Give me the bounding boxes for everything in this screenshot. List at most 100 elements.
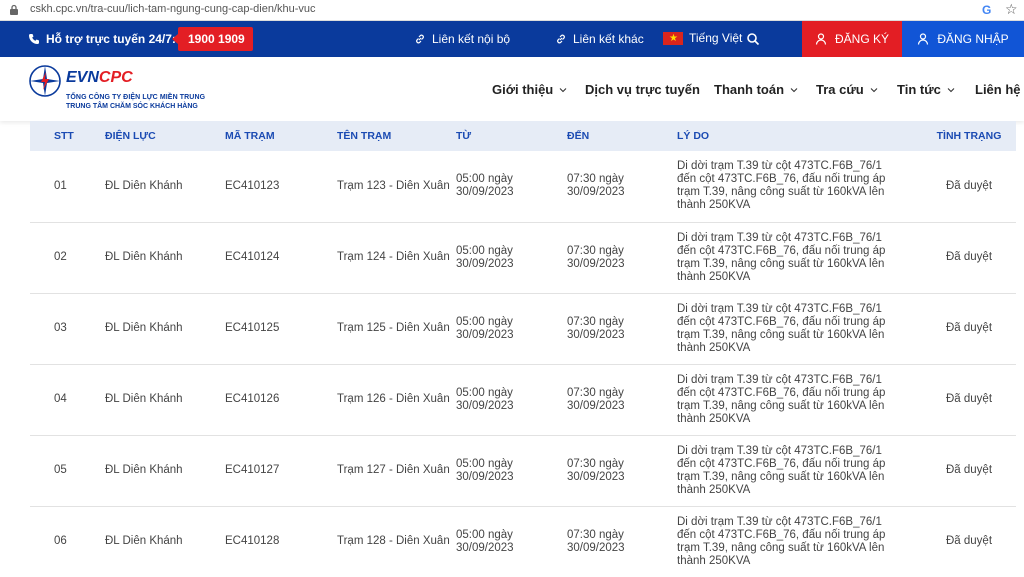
hotline-badge[interactable]: 1900 1909 [172, 27, 253, 51]
cell-den: 07:30 ngày 30/09/2023 [567, 222, 677, 294]
cell-dien-luc: ĐL Diên Khánh [105, 506, 225, 577]
cell-dien-luc: ĐL Diên Khánh [105, 151, 225, 223]
cell-tu: 05:00 ngày 30/09/2023 [456, 293, 567, 365]
site-header: EVNCPC TỔNG CÔNG TY ĐIỆN LỰC MIỀN TRUNG … [0, 57, 1024, 121]
internal-link[interactable]: Liên kết nội bộ [414, 32, 510, 46]
nav-tin-tuc[interactable]: Tin tức [897, 82, 955, 97]
support-label: Hỗ trợ trực tuyến 24/7: [28, 32, 176, 46]
cell-den: 07:30 ngày 30/09/2023 [567, 506, 677, 577]
cell-ten-tram: Trạm 125 - Diên Xuân [337, 293, 456, 365]
cell-stt: 02 [30, 222, 105, 294]
table-row: 06 ĐL Diên Khánh EC410128 Trạm 128 - Diê… [30, 506, 1016, 577]
cell-ten-tram: Trạm 128 - Diên Xuân [337, 506, 456, 577]
cell-tinh-trang: Đã duyệt [922, 364, 1016, 436]
nav-tra-cuu[interactable]: Tra cứu [816, 82, 878, 97]
chevron-down-icon [870, 87, 878, 92]
cell-ly-do: Di dời trạm T.39 từ cột 473TC.F6B_76/1 đ… [677, 364, 922, 436]
column-header-stt: STT [30, 121, 105, 151]
register-button[interactable]: ĐĂNG KÝ [802, 21, 902, 57]
cell-ma-tram: EC410127 [225, 435, 337, 507]
nav-lien-he[interactable]: Liên hệ [975, 82, 1021, 97]
language-selector[interactable]: ★ Tiếng Việt [663, 31, 742, 45]
outage-schedule-table-container: STT ĐIỆN LỰC MÃ TRẠM TÊN TRẠM TỪ ĐẾN LÝ … [30, 121, 1016, 577]
column-header-den: ĐẾN [567, 121, 677, 151]
cell-den: 07:30 ngày 30/09/2023 [567, 151, 677, 223]
cell-ten-tram: Trạm 123 - Diên Xuân [337, 151, 456, 223]
other-link[interactable]: Liên kết khác [555, 32, 644, 46]
cell-ly-do: Di dời trạm T.39 từ cột 473TC.F6B_76/1 đ… [677, 222, 922, 294]
link-icon [557, 34, 565, 44]
cell-stt: 04 [30, 364, 105, 436]
cell-ly-do: Di dời trạm T.39 từ cột 473TC.F6B_76/1 đ… [677, 151, 922, 223]
outage-schedule-table: STT ĐIỆN LỰC MÃ TRẠM TÊN TRẠM TỪ ĐẾN LÝ … [30, 121, 1016, 577]
link-icon [416, 34, 424, 44]
cell-tinh-trang: Đã duyệt [922, 435, 1016, 507]
logo-text[interactable]: EVNCPC [66, 69, 133, 87]
nav-dich-vu-truc-tuyen[interactable]: Dịch vụ trực tuyến [585, 82, 700, 97]
cell-tinh-trang: Đã duyệt [922, 506, 1016, 577]
logo-subtitle-company: TỔNG CÔNG TY ĐIỆN LỰC MIỀN TRUNG [66, 94, 206, 101]
cell-den: 07:30 ngày 30/09/2023 [567, 293, 677, 365]
table-header: STT ĐIỆN LỰC MÃ TRẠM TÊN TRẠM TỪ ĐẾN LÝ … [30, 121, 1016, 151]
url-field[interactable]: cskh.cpc.vn/tra-cuu/lich-tam-ngung-cung-… [30, 3, 316, 15]
chevron-down-icon [947, 87, 955, 92]
bookmark-star-icon[interactable]: ☆ [1005, 1, 1018, 18]
vietnam-flag-icon: ★ [663, 31, 683, 45]
cell-ly-do: Di dời trạm T.39 từ cột 473TC.F6B_76/1 đ… [677, 435, 922, 507]
cell-stt: 06 [30, 506, 105, 577]
cell-den: 07:30 ngày 30/09/2023 [567, 364, 677, 436]
cell-ma-tram: EC410123 [225, 151, 337, 223]
column-header-ly-do: LÝ DO [677, 121, 922, 151]
browser-address-bar: cskh.cpc.vn/tra-cuu/lich-tam-ngung-cung-… [0, 0, 1024, 21]
table-row: 03 ĐL Diên Khánh EC410125 Trạm 125 - Diê… [30, 293, 1016, 365]
cell-dien-luc: ĐL Diên Khánh [105, 435, 225, 507]
nav-thanh-toan[interactable]: Thanh toán [714, 82, 798, 97]
cell-tinh-trang: Đã duyệt [922, 151, 1016, 223]
cell-dien-luc: ĐL Diên Khánh [105, 222, 225, 294]
cell-ma-tram: EC410125 [225, 293, 337, 365]
column-header-tu: TỪ [456, 121, 567, 151]
user-icon [815, 33, 827, 45]
google-icon[interactable]: G [982, 3, 991, 17]
column-header-tinh-trang: TÌNH TRẠNG [922, 121, 1016, 151]
column-header-ma-tram: MÃ TRẠM [225, 121, 337, 151]
logo-subtitle-center: TRUNG TÂM CHĂM SÓC KHÁCH HÀNG [66, 103, 198, 110]
evncpc-logo-icon[interactable] [28, 64, 62, 98]
table-row: 04 ĐL Diên Khánh EC410126 Trạm 126 - Diê… [30, 364, 1016, 436]
cell-stt: 01 [30, 151, 105, 223]
nav-gioi-thieu[interactable]: Giới thiệu [492, 82, 567, 97]
cell-tu: 05:00 ngày 30/09/2023 [456, 151, 567, 223]
login-button[interactable]: ĐĂNG NHẬP [902, 21, 1024, 57]
chevron-down-icon [559, 87, 567, 92]
column-header-dien-luc: ĐIỆN LỰC [105, 121, 225, 151]
cell-tu: 05:00 ngày 30/09/2023 [456, 222, 567, 294]
user-icon [918, 33, 929, 45]
cell-ten-tram: Trạm 124 - Diên Xuân [337, 222, 456, 294]
table-row: 02 ĐL Diên Khánh EC410124 Trạm 124 - Diê… [30, 222, 1016, 294]
cell-ma-tram: EC410126 [225, 364, 337, 436]
cell-tu: 05:00 ngày 30/09/2023 [456, 364, 567, 436]
cell-stt: 05 [30, 435, 105, 507]
cell-tu: 05:00 ngày 30/09/2023 [456, 506, 567, 577]
cell-ten-tram: Trạm 126 - Diên Xuân [337, 364, 456, 436]
top-bar: Hỗ trợ trực tuyến 24/7: 1900 1909 Liên k… [0, 21, 1024, 57]
search-icon[interactable] [746, 32, 760, 46]
cell-ly-do: Di dời trạm T.39 từ cột 473TC.F6B_76/1 đ… [677, 293, 922, 365]
cell-dien-luc: ĐL Diên Khánh [105, 364, 225, 436]
chevron-down-icon [790, 87, 798, 92]
cell-stt: 03 [30, 293, 105, 365]
cell-dien-luc: ĐL Diên Khánh [105, 293, 225, 365]
cell-tinh-trang: Đã duyệt [922, 293, 1016, 365]
column-header-ten-tram: TÊN TRẠM [337, 121, 456, 151]
cell-den: 07:30 ngày 30/09/2023 [567, 435, 677, 507]
cell-tu: 05:00 ngày 30/09/2023 [456, 435, 567, 507]
cell-ly-do: Di dời trạm T.39 từ cột 473TC.F6B_76/1 đ… [677, 506, 922, 577]
cell-ma-tram: EC410124 [225, 222, 337, 294]
cell-ma-tram: EC410128 [225, 506, 337, 577]
lock-icon [10, 4, 18, 15]
table-row: 01 ĐL Diên Khánh EC410123 Trạm 123 - Diê… [30, 151, 1016, 223]
phone-icon [29, 34, 39, 44]
cell-tinh-trang: Đã duyệt [922, 222, 1016, 294]
cell-ten-tram: Trạm 127 - Diên Xuân [337, 435, 456, 507]
table-row: 05 ĐL Diên Khánh EC410127 Trạm 127 - Diê… [30, 435, 1016, 507]
